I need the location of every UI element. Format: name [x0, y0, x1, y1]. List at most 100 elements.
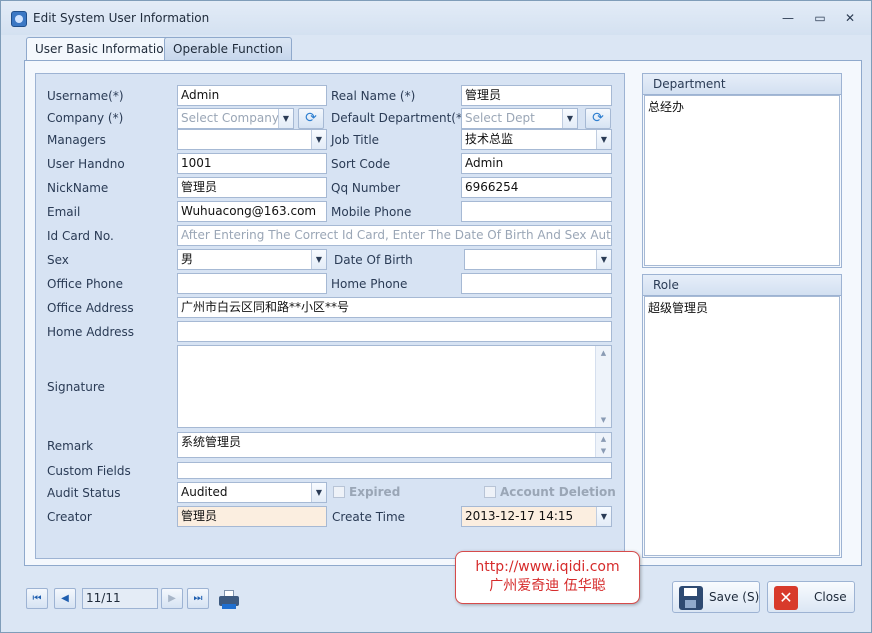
save-label: Save (S): [709, 590, 760, 604]
custom-fields-input[interactable]: [177, 462, 612, 479]
chevron-down-icon[interactable]: ▼: [562, 109, 577, 128]
list-item[interactable]: 总经办: [648, 98, 836, 115]
company-placeholder: Select Company: [181, 111, 279, 125]
create-time-label: Create Time: [332, 510, 406, 524]
chevron-down-icon[interactable]: ▼: [596, 130, 611, 149]
scroll-up-icon[interactable]: ▲: [596, 346, 611, 360]
chevron-down-icon[interactable]: ▼: [596, 250, 611, 269]
printer-icon[interactable]: [218, 589, 240, 609]
printer-tray: [222, 604, 236, 609]
remark-scrollbar[interactable]: ▲ ▼: [595, 433, 611, 457]
sex-label: Sex: [47, 253, 69, 267]
audit-status-value: Audited: [181, 485, 228, 499]
expired-label: Expired: [349, 485, 401, 499]
username-input[interactable]: Admin: [177, 85, 327, 106]
qq-number-label: Qq Number: [331, 181, 401, 195]
mobile-phone-input[interactable]: [461, 201, 612, 222]
chevron-down-icon[interactable]: ▼: [311, 250, 326, 269]
id-card-input[interactable]: After Entering The Correct Id Card, Ente…: [177, 225, 612, 246]
watermark-url: http://www.iqidi.com: [475, 559, 620, 575]
scroll-down-icon[interactable]: ▼: [596, 445, 611, 457]
office-address-input[interactable]: 广州市白云区同和路**小区**号: [177, 297, 612, 318]
restore-button[interactable]: ▭: [809, 9, 831, 27]
remark-textarea[interactable]: 系统管理员 ▲ ▼: [177, 432, 612, 458]
audit-status-select[interactable]: Audited ▼: [177, 482, 327, 503]
minimize-button[interactable]: —: [777, 9, 799, 27]
default-department-select[interactable]: Select Dept ▼: [461, 108, 578, 129]
nickname-label: NickName: [47, 181, 109, 195]
chevron-down-icon[interactable]: ▼: [278, 109, 293, 128]
nickname-input[interactable]: 管理员: [177, 177, 327, 198]
department-panel: Department 总经办: [642, 73, 842, 268]
last-record-button[interactable]: ⏭: [187, 588, 209, 609]
tab-operable-function[interactable]: Operable Function: [164, 37, 292, 61]
previous-record-button[interactable]: ◀: [54, 588, 76, 609]
remark-label: Remark: [47, 439, 94, 453]
default-department-placeholder: Select Dept: [465, 111, 535, 125]
watermark-callout: http://www.iqidi.com 广州爱奇迪 伍华聪: [455, 551, 640, 604]
company-label: Company (*): [47, 111, 124, 125]
job-title-value: 技术总监: [465, 132, 514, 146]
close-label: Close: [814, 590, 847, 604]
create-time-picker[interactable]: 2013-12-17 14:15 ▼: [461, 506, 612, 527]
email-label: Email: [47, 205, 81, 219]
account-deletion-checkbox[interactable]: Account Deletion: [484, 485, 616, 499]
company-select[interactable]: Select Company ▼: [177, 108, 294, 129]
chevron-down-icon[interactable]: ▼: [311, 130, 326, 149]
role-panel: Role 超级管理员: [642, 274, 842, 558]
scroll-down-icon[interactable]: ▼: [596, 413, 611, 427]
real-name-input[interactable]: 管理员: [461, 85, 612, 106]
role-list[interactable]: 超级管理员: [644, 296, 840, 556]
signature-textarea[interactable]: ▲ ▼: [177, 345, 612, 428]
signature-label: Signature: [47, 380, 105, 394]
custom-fields-label: Custom Fields: [47, 464, 131, 478]
email-input[interactable]: Wuhuacong@163.com: [177, 201, 327, 222]
first-record-button[interactable]: ⏮: [26, 588, 48, 609]
close-window-button[interactable]: ✕: [839, 9, 861, 27]
office-address-label: Office Address: [47, 301, 134, 315]
account-deletion-label: Account Deletion: [500, 485, 616, 499]
creator-input: 管理员: [177, 506, 327, 527]
scroll-up-icon[interactable]: ▲: [596, 433, 611, 445]
home-phone-label: Home Phone: [331, 277, 408, 291]
managers-label: Managers: [47, 133, 106, 147]
list-item[interactable]: 超级管理员: [648, 299, 836, 316]
date-of-birth-picker[interactable]: ▼: [464, 249, 612, 270]
expired-checkbox[interactable]: Expired: [333, 485, 400, 499]
remark-value: 系统管理员: [181, 435, 242, 449]
chevron-down-icon[interactable]: ▼: [596, 507, 611, 526]
default-department-label: Default Department(*): [331, 111, 467, 125]
window-title: Edit System User Information: [33, 11, 210, 25]
refresh-icon[interactable]: ⟳: [585, 108, 611, 129]
sort-code-input[interactable]: Admin: [461, 153, 612, 174]
home-phone-input[interactable]: [461, 273, 612, 294]
managers-select[interactable]: ▼: [177, 129, 327, 150]
close-button[interactable]: ✕ Close: [767, 581, 855, 613]
app-icon: [11, 11, 27, 27]
page-info: 11/11: [82, 588, 158, 609]
refresh-icon[interactable]: ⟳: [298, 108, 324, 129]
job-title-label: Job Title: [331, 133, 380, 147]
signature-scrollbar[interactable]: ▲ ▼: [595, 346, 611, 427]
creator-label: Creator: [47, 510, 92, 524]
role-header: Role: [643, 275, 841, 296]
username-label: Username(*): [47, 89, 124, 103]
sort-code-label: Sort Code: [331, 157, 391, 171]
next-record-button[interactable]: ▶: [161, 588, 183, 609]
date-of-birth-label: Date Of Birth: [334, 253, 413, 267]
sex-select[interactable]: 男 ▼: [177, 249, 327, 270]
office-phone-input[interactable]: [177, 273, 327, 294]
mobile-phone-label: Mobile Phone: [331, 205, 412, 219]
save-button[interactable]: Save (S): [672, 581, 760, 613]
department-list[interactable]: 总经办: [644, 95, 840, 266]
qq-number-input[interactable]: 6966254: [461, 177, 612, 198]
job-title-select[interactable]: 技术总监 ▼: [461, 129, 612, 150]
home-address-label: Home Address: [47, 325, 135, 339]
tab-user-basic-information[interactable]: User Basic Information: [26, 37, 181, 62]
home-address-input[interactable]: [177, 321, 612, 342]
handno-input[interactable]: 1001: [177, 153, 327, 174]
watermark-author: 广州爱奇迪 伍华聪: [489, 578, 606, 594]
chevron-down-icon[interactable]: ▼: [311, 483, 326, 502]
title-bar: Edit System User Information — ▭ ✕: [1, 1, 871, 35]
sex-value: 男: [181, 252, 194, 266]
